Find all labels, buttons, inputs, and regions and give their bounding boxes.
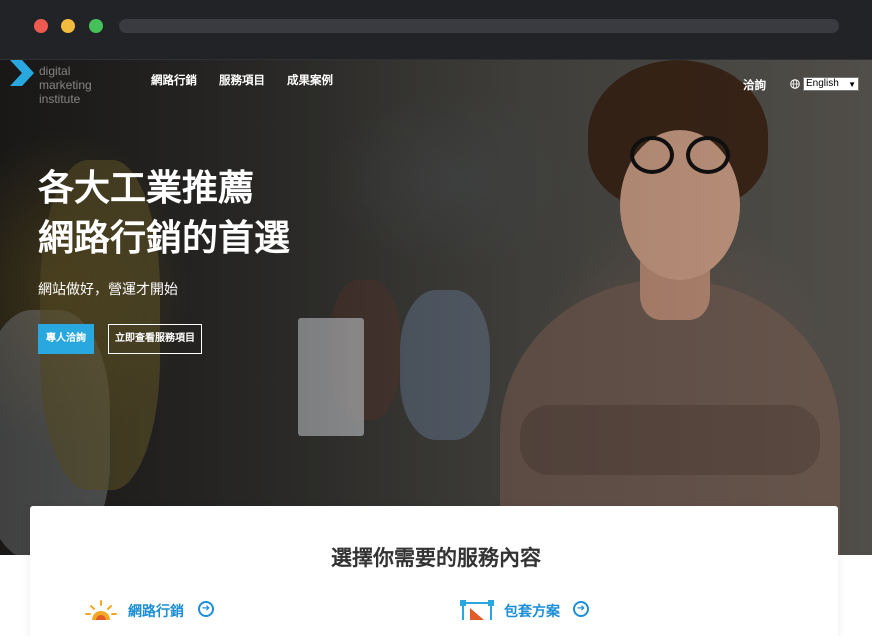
logo-chevron-icon bbox=[10, 60, 34, 86]
services-title: 選擇你需要的服務內容 bbox=[331, 546, 541, 570]
hero-subtitle: 網站做好，營運才開始 bbox=[38, 282, 178, 298]
hero-title-line1: 各大工業推薦 bbox=[38, 168, 255, 209]
site-logo[interactable]: digital marketing institute bbox=[10, 60, 120, 108]
chevron-down-icon: ▼ bbox=[848, 80, 856, 89]
language-select-value: English bbox=[806, 78, 839, 89]
arrow-right-icon[interactable]: ➜ bbox=[198, 601, 214, 617]
service-item-package[interactable]: 包套方案 bbox=[504, 601, 560, 621]
browser-chrome bbox=[0, 0, 872, 60]
hero-section bbox=[0, 60, 872, 555]
minimize-window-dot[interactable] bbox=[61, 19, 75, 33]
globe-icon bbox=[790, 79, 800, 89]
sun-icon bbox=[85, 600, 117, 620]
maximize-window-dot[interactable] bbox=[89, 19, 103, 33]
logo-text: digital bbox=[39, 64, 71, 78]
view-services-button[interactable]: 立即查看服務項目 bbox=[108, 324, 202, 354]
language-select[interactable]: English ▼ bbox=[803, 77, 859, 91]
hero-title-line2: 網路行銷的首選 bbox=[38, 218, 291, 259]
hero-overlay bbox=[0, 60, 872, 555]
contact-expert-button[interactable]: 專人洽詢 bbox=[38, 324, 94, 354]
nav-item-marketing[interactable]: 網路行銷 bbox=[151, 72, 197, 88]
nav-item-cases[interactable]: 成果案例 bbox=[287, 72, 333, 88]
logo-text: marketing bbox=[39, 78, 92, 92]
address-bar[interactable] bbox=[119, 19, 839, 33]
logo-text: institute bbox=[39, 92, 81, 106]
arrow-right-icon[interactable]: ➜ bbox=[573, 601, 589, 617]
close-window-dot[interactable] bbox=[34, 19, 48, 33]
nav-contact-link[interactable]: 洽詢 bbox=[743, 77, 766, 93]
package-icon bbox=[460, 600, 494, 620]
service-item-marketing[interactable]: 網路行銷 bbox=[128, 601, 184, 621]
nav-item-services[interactable]: 服務項目 bbox=[219, 72, 265, 88]
